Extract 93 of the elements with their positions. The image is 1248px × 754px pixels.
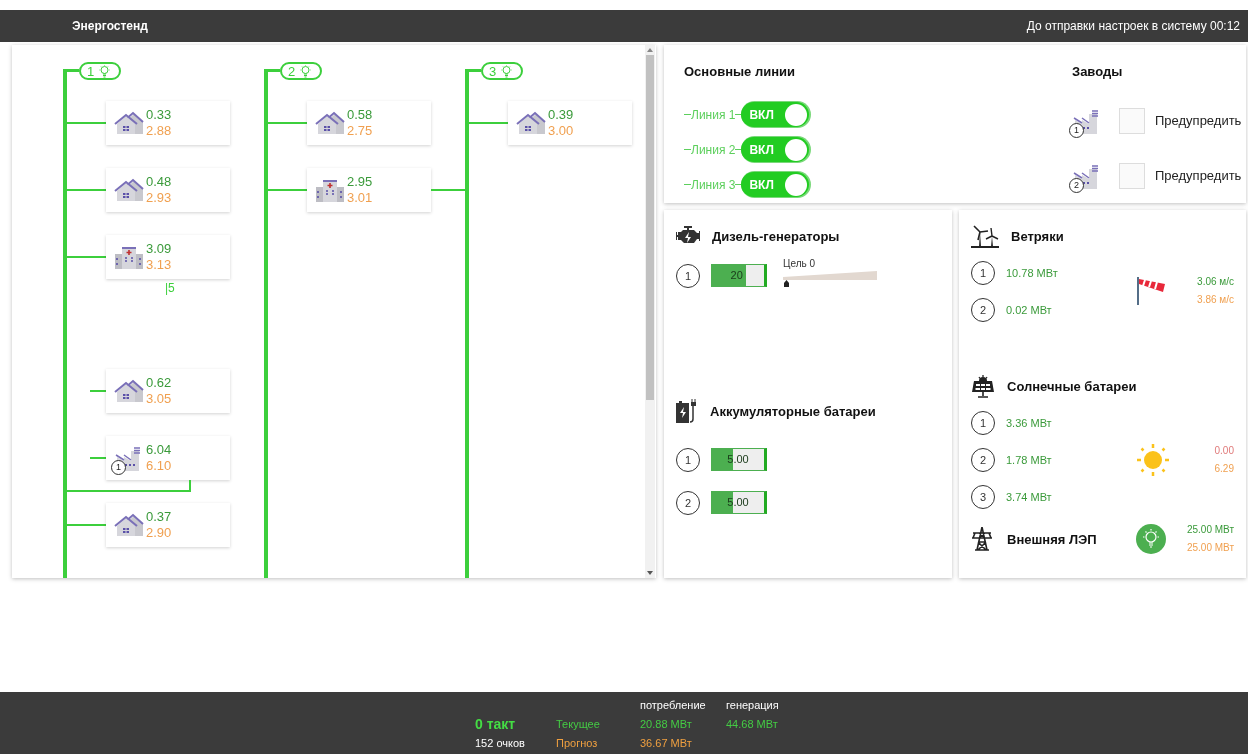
- consumption-value: 0.62: [146, 375, 172, 391]
- line-number: 1: [87, 63, 95, 79]
- app-title: Энергостенд: [72, 19, 148, 33]
- consumer-card[interactable]: 0.48 2.93: [106, 168, 230, 212]
- sun-icon: [1136, 442, 1170, 477]
- forecast-value: 2.75: [347, 123, 373, 139]
- forecast-value: 2.90: [146, 525, 172, 541]
- score-text: 152 очков: [475, 736, 526, 749]
- solar-panel-icon: [971, 374, 995, 398]
- consumption-value: 2.95: [347, 174, 373, 190]
- target-label: Цель 0: [783, 258, 816, 269]
- consumer-card[interactable]: 0.62 3.05: [106, 369, 230, 413]
- wind-speed-forecast: 3.86 м/с: [1197, 293, 1234, 307]
- section-title: Заводы: [1072, 64, 1124, 79]
- solar-forecast: 6.29: [1214, 461, 1234, 476]
- forecast-value: 3.00: [548, 123, 574, 139]
- section-title: Основные линии: [684, 64, 796, 79]
- card-note: |5: [165, 281, 175, 295]
- consumption-value: 0.37: [146, 509, 172, 525]
- forecast-value: 2.93: [146, 190, 172, 206]
- checkbox-label: Предупредить: [1155, 113, 1242, 128]
- consumption-value: 0.39: [548, 107, 574, 123]
- scroll-up-icon[interactable]: [647, 48, 653, 52]
- section-title: Внешняя ЛЭП: [1007, 531, 1098, 547]
- house-icon: [114, 178, 144, 202]
- toggle-switch[interactable]: ВКЛ: [741, 172, 810, 197]
- column-header: генерация: [726, 698, 780, 711]
- toggle-switch[interactable]: ВКЛ: [741, 102, 810, 127]
- consumption-value: 6.04: [146, 442, 172, 458]
- forecast-value: 3.01: [347, 190, 373, 206]
- engine-icon: [676, 226, 700, 246]
- power-value: 0.02 МВт: [1006, 303, 1052, 316]
- line-label: Линия 2: [691, 142, 736, 157]
- solar-current: 0.00: [1214, 443, 1234, 458]
- forecast-value: 3.13: [146, 257, 172, 273]
- row-label: Прогноз: [556, 736, 599, 749]
- countdown-text: До отправки настроек в систему 00:12: [1026, 19, 1240, 33]
- forecast-value: 3.05: [146, 391, 172, 407]
- section-title: Ветряки: [1011, 228, 1064, 244]
- power-value: 10.78 МВт: [1006, 266, 1058, 279]
- consumer-card[interactable]: 2.95 3.01: [307, 168, 431, 212]
- toggle-switch[interactable]: ВКЛ: [741, 137, 810, 162]
- section-title: Дизель-генераторы: [712, 228, 840, 244]
- pylon-icon: [971, 527, 993, 551]
- forecast-value: 36.67 МВт: [640, 736, 693, 749]
- row-label: Текущее: [556, 717, 601, 730]
- house-icon: [114, 379, 144, 403]
- hospital-icon: [114, 245, 144, 269]
- tick-counter: 0 такт: [475, 715, 517, 732]
- bulb-icon: [1136, 524, 1166, 554]
- scroll-down-icon[interactable]: [647, 571, 653, 575]
- external-current: 25.00 МВт: [1186, 523, 1234, 537]
- target-slider[interactable]: [783, 269, 877, 285]
- forecast-value: 6.10: [146, 458, 172, 474]
- house-icon: [516, 111, 546, 135]
- consumption-value: 0.58: [347, 107, 373, 123]
- house-icon: [114, 111, 144, 135]
- consumer-card[interactable]: 1 6.04 6.10: [106, 436, 230, 480]
- checkbox[interactable]: [1119, 107, 1145, 134]
- checkbox-label: Предупредить: [1155, 168, 1242, 183]
- wind-turbine-icon: [971, 224, 999, 248]
- consumer-card[interactable]: 3.09 3.13: [106, 235, 230, 279]
- battery-plug-icon: [676, 399, 698, 423]
- power-value: 3.74 МВт: [1006, 490, 1052, 503]
- external-forecast: 25.00 МВт: [1186, 541, 1234, 555]
- consumption-value: 0.48: [146, 174, 172, 190]
- output-value: 20: [730, 269, 743, 281]
- line-label: Линия 3: [691, 177, 736, 192]
- power-value: 3.36 МВт: [1006, 416, 1052, 429]
- factory-number: 1: [111, 460, 126, 475]
- scrollbar[interactable]: [645, 45, 655, 578]
- section-title: Солнечные батареи: [1007, 378, 1137, 394]
- house-icon: [315, 111, 345, 135]
- power-value: 1.78 МВт: [1006, 453, 1052, 466]
- hospital-icon: [315, 178, 345, 202]
- consumer-card[interactable]: 0.39 3.00: [508, 101, 632, 145]
- house-icon: [114, 513, 144, 537]
- wind-speed: 3.06 м/с: [1197, 275, 1234, 289]
- consumption-value: 3.09: [146, 241, 172, 257]
- line-number: 2: [288, 63, 296, 79]
- line-label: Линия 1: [691, 107, 736, 122]
- consumption-value: 0.33: [146, 107, 172, 123]
- scroll-thumb[interactable]: [646, 55, 654, 400]
- consumer-card[interactable]: 0.37 2.90: [106, 503, 230, 547]
- section-title: Аккумуляторные батареи: [710, 403, 876, 419]
- current-value: 20.88 МВт: [640, 717, 693, 730]
- line-number: 3: [489, 63, 497, 79]
- forecast-value: 2.88: [146, 123, 172, 139]
- consumer-card[interactable]: 0.33 2.88: [106, 101, 230, 145]
- current-value: 44.68 МВт: [726, 717, 779, 730]
- checkbox[interactable]: [1119, 162, 1145, 189]
- consumer-card[interactable]: 0.58 2.75: [307, 101, 431, 145]
- column-header: потребление: [640, 698, 707, 711]
